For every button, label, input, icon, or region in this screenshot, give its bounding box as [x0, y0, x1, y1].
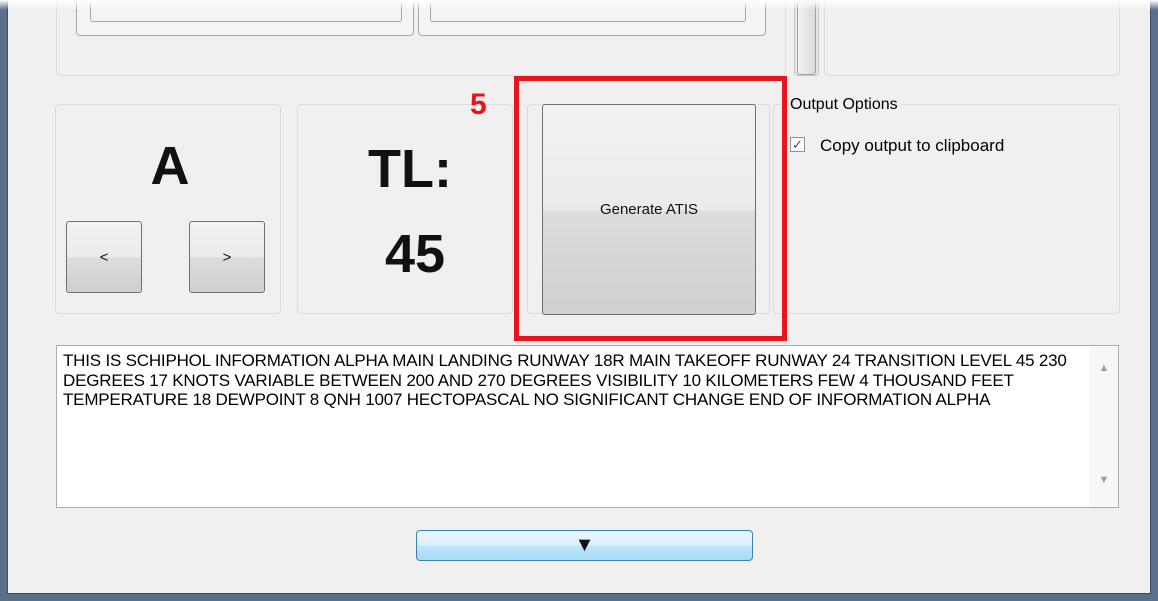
previous-letter-button[interactable]: < — [66, 221, 142, 293]
top-right-group — [824, 0, 1120, 76]
transition-level-label: TL: — [368, 139, 452, 199]
annotation-step-number: 5 — [470, 88, 487, 121]
previous-letter-label: < — [99, 248, 109, 266]
atis-letter: A — [150, 136, 190, 196]
next-letter-label: > — [222, 248, 232, 266]
output-scrollbar[interactable]: ▲ ▼ — [1090, 346, 1118, 507]
scroll-up-arrow-icon[interactable]: ▲ — [1090, 362, 1118, 374]
expand-panel-button[interactable]: ▼ — [416, 530, 753, 561]
top-edge-fade — [0, 0, 1158, 10]
scroll-down-arrow-icon[interactable]: ▼ — [1090, 474, 1118, 486]
copy-to-clipboard-label[interactable]: Copy output to clipboard — [820, 136, 1004, 156]
transition-level-value: 45 — [384, 224, 446, 284]
expand-arrow-icon: ▼ — [574, 534, 595, 556]
output-options-title: Output Options — [790, 96, 901, 114]
atis-output-text: THIS IS SCHIPHOL INFORMATION ALPHA MAIN … — [63, 351, 1067, 409]
next-letter-button[interactable]: > — [189, 221, 265, 293]
list-scrollbar-thumb[interactable] — [797, 1, 816, 75]
annotation-highlight-box — [514, 76, 787, 341]
copy-to-clipboard-checkbox[interactable]: ✓ — [790, 137, 805, 152]
list-scrollbar[interactable] — [794, 0, 819, 76]
